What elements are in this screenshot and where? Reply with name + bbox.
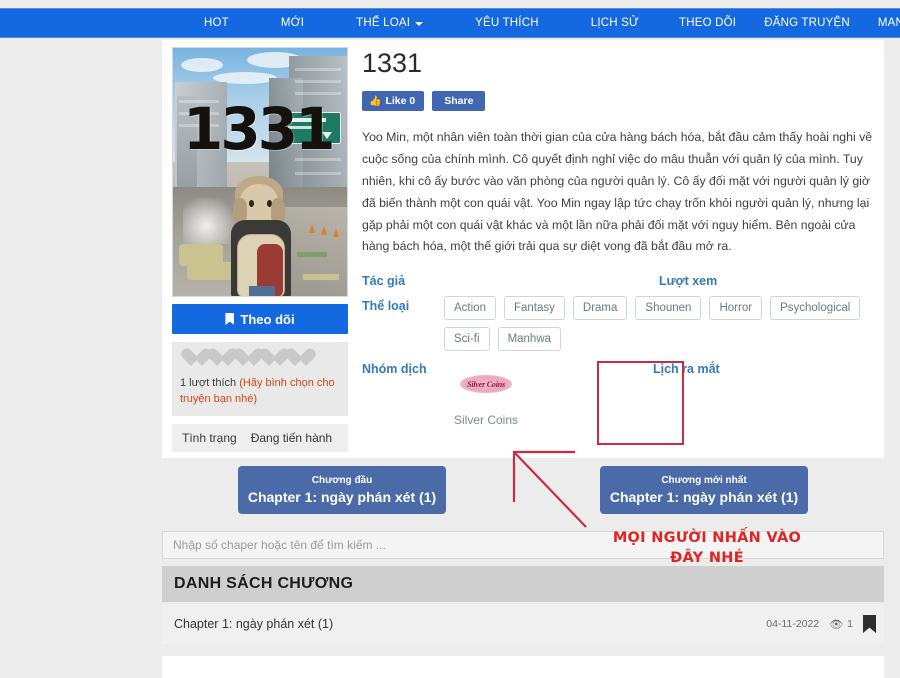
chapter-list-heading: DANH SÁCH CHƯƠNG <box>162 566 884 602</box>
author-label: Tác giả <box>362 271 444 288</box>
translation-group-logo: Silver Coins <box>454 365 518 403</box>
nav-item-label: MỚI <box>281 17 304 29</box>
comic-sidebar: 1331 Theo dõi 1 lượt <box>172 47 354 452</box>
follow-button[interactable]: Theo dõi <box>172 304 348 334</box>
cover-title-text: 1331 <box>183 100 332 158</box>
like-count-text: 1 lượt thích (Hãy bình chọn cho truyện b… <box>180 376 340 408</box>
comic-info-column: 1331 👍 Like 0 Share Yoo Min, một nhân vi… <box>362 48 874 439</box>
genre-tag[interactable]: Drama <box>573 296 628 320</box>
cover-debris <box>297 252 327 257</box>
social-buttons: 👍 Like 0 Share <box>362 91 874 111</box>
nav-item-moi[interactable]: MỚI <box>255 8 330 38</box>
author-views-row: Tác giả Lượt xem 1 <box>362 271 874 288</box>
chapter-nav-buttons: Chương đầu Chapter 1: ngày phán xét (1) … <box>162 466 884 522</box>
cover-character-jeans <box>249 286 275 297</box>
nav-item-label: ĐĂNG TRUYỆN <box>764 17 850 29</box>
logo-text: Silver Coins <box>467 380 505 389</box>
nav-item-yeu-thich[interactable]: YÊU THÍCH <box>449 8 565 38</box>
genre-tag[interactable]: Manhwa <box>498 327 561 351</box>
nav-item-hot[interactable]: HOT <box>178 8 255 38</box>
bookmark-icon[interactable] <box>863 615 876 633</box>
page-bottom-strip <box>162 656 884 678</box>
cover-traffic-cone <box>333 228 339 237</box>
chapter-views: 1 <box>847 618 853 630</box>
views-label: Lượt xem <box>659 271 717 288</box>
table-row[interactable]: Chapter 1: ngày phán xét (1) 04-11-2022 … <box>162 604 884 644</box>
genre-tag[interactable]: Psychological <box>770 296 860 320</box>
cover-window <box>295 68 341 71</box>
cover-traffic-cone <box>309 224 315 233</box>
nav-item-label: YÊU THÍCH <box>475 17 539 29</box>
latest-chapter-button[interactable]: Chương mới nhất Chapter 1: ngày phán xét… <box>600 466 808 514</box>
cover-window <box>295 172 341 175</box>
nav-item-man[interactable]: MAN <box>864 8 900 38</box>
first-chapter-button[interactable]: Chương đầu Chapter 1: ngày phán xét (1) <box>238 466 446 514</box>
translation-group-label: Nhóm dịch <box>362 359 444 376</box>
chapter-date: 04-11-2022 <box>766 618 819 630</box>
status-label: Tình trạng <box>182 431 237 445</box>
cover-traffic-cone <box>321 226 327 235</box>
genre-list: Action Fantasy Drama Shounen Horror Psyc… <box>444 296 874 351</box>
schedule-label: Lịch ra mắt <box>653 359 720 376</box>
nav-item-label: HOT <box>204 17 229 29</box>
top-navbar: HOT MỚI THỂ LOẠI YÊU THÍCH LỊCH SỬ THEO … <box>0 8 900 38</box>
page-title: 1331 <box>362 48 874 79</box>
genre-tag[interactable]: Sci-fi <box>444 327 490 351</box>
comic-detail-panel: 1331 Theo dõi 1 lượt <box>162 40 884 458</box>
nav-item-label: LỊCH SỬ <box>591 17 639 29</box>
translation-group-row: Nhóm dịch Silver Coins Silver Coins Lịch… <box>362 359 874 431</box>
translation-group-card[interactable]: Silver Coins Silver Coins <box>444 359 528 431</box>
cover-character-eye <box>249 200 254 207</box>
heart-icon[interactable] <box>180 348 202 368</box>
latest-chapter-label: Chapter 1: ngày phán xét (1) <box>610 489 798 505</box>
genres-row: Thể loại Action Fantasy Drama Shounen Ho… <box>362 296 874 351</box>
cover-window <box>295 80 341 83</box>
thumbs-up-icon: 👍 <box>369 96 381 107</box>
heart-icon[interactable] <box>284 348 306 368</box>
heart-icon[interactable] <box>232 348 254 368</box>
bookmark-icon <box>225 313 234 325</box>
facebook-like-label: Like 0 <box>385 95 415 107</box>
chevron-down-icon <box>415 22 423 26</box>
chapter-name[interactable]: Chapter 1: ngày phán xét (1) <box>174 617 766 631</box>
genres-label: Thể loại <box>362 296 444 313</box>
heart-rating[interactable] <box>180 348 340 368</box>
annotation-text-line1: MỌI NGƯỜI NHẤN VÀO <box>592 529 822 549</box>
heart-icon[interactable] <box>206 348 228 368</box>
like-count-value: 1 lượt thích <box>180 377 236 389</box>
rating-box: 1 lượt thích (Hãy bình chọn cho truyện b… <box>172 342 348 416</box>
comic-cover-image: 1331 <box>172 47 348 297</box>
nav-item-label: MAN <box>878 17 900 29</box>
nav-item-theo-doi[interactable]: THEO DÕI <box>665 8 750 38</box>
nav-item-lich-su[interactable]: LỊCH SỬ <box>565 8 665 38</box>
first-chapter-label: Chapter 1: ngày phán xét (1) <box>248 489 436 505</box>
silver-coins-logo-icon: Silver Coins <box>460 375 512 393</box>
status-box: Tình trạng Đang tiến hành <box>172 424 348 452</box>
cover-debris <box>303 274 339 280</box>
annotation-text: MỌI NGƯỜI NHẤN VÀO ĐÂY NHÉ <box>592 529 822 568</box>
facebook-share-button[interactable]: Share <box>432 91 485 111</box>
follow-button-label: Theo dõi <box>240 312 294 327</box>
translation-group-name: Silver Coins <box>448 413 524 427</box>
nav-item-label: THỂ LOẠI <box>356 17 410 29</box>
nav-item-the-loai[interactable]: THỂ LOẠI <box>330 8 449 38</box>
genre-tag[interactable]: Shounen <box>635 296 701 320</box>
genre-tag[interactable]: Horror <box>709 296 762 320</box>
facebook-share-label: Share <box>444 95 473 107</box>
first-chapter-sublabel: Chương đầu <box>312 475 372 486</box>
facebook-like-button[interactable]: 👍 Like 0 <box>362 91 424 111</box>
heart-icon[interactable] <box>258 348 280 368</box>
annotation-text-line2: ĐÂY NHÉ <box>592 549 822 569</box>
latest-chapter-sublabel: Chương mới nhất <box>661 475 746 486</box>
genre-tag[interactable]: Action <box>444 296 496 320</box>
status-value: Đang tiến hành <box>251 431 332 445</box>
comic-description: Yoo Min, một nhân viên toàn thời gian củ… <box>362 127 874 258</box>
nav-item-label: THEO DÕI <box>679 17 736 29</box>
cover-cloud <box>181 58 223 72</box>
genre-tag[interactable]: Fantasy <box>504 296 565 320</box>
eye-icon: 👁 <box>829 618 843 631</box>
nav-item-dang-truyen[interactable]: ĐĂNG TRUYỆN <box>750 8 864 38</box>
